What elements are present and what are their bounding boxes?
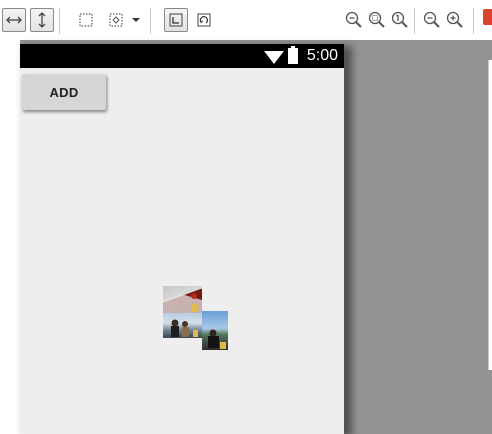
zoom-actual-button[interactable] — [388, 8, 412, 32]
battery-icon — [288, 46, 298, 64]
constraint-corner-icon — [169, 13, 183, 27]
zoom-to-fit-button[interactable] — [365, 8, 389, 32]
status-time: 5:00 — [306, 47, 338, 64]
toolbar-divider — [59, 8, 60, 34]
photo-middle[interactable] — [163, 313, 202, 338]
zoom-fit-icon — [368, 11, 385, 28]
design-canvas: 5:00 ADD — [0, 40, 492, 434]
zoom-actual-size-icon — [391, 11, 408, 28]
photo-right-art — [208, 329, 226, 349]
zoom-in-button[interactable] — [443, 8, 467, 32]
layout-editor-toolbar — [0, 0, 492, 40]
wifi-icon — [264, 51, 284, 64]
rotate-square-icon — [197, 13, 211, 27]
fit-width-button[interactable] — [2, 8, 26, 32]
rotate-button[interactable] — [192, 8, 216, 32]
caret-down-icon — [132, 18, 140, 22]
horizontal-arrows-icon — [6, 16, 22, 24]
zoom-out-fit-button[interactable] — [342, 8, 366, 32]
show-constraints-button[interactable] — [164, 8, 188, 32]
zoom-fit-out-icon — [345, 11, 362, 28]
error-badge-icon[interactable] — [483, 9, 492, 25]
photo-right[interactable] — [202, 311, 228, 350]
dotted-square-icon — [79, 13, 93, 27]
device-screen: 5:00 ADD — [20, 44, 344, 434]
photo-top[interactable] — [163, 286, 202, 313]
photo-middle-art — [171, 319, 198, 337]
fit-height-button[interactable] — [30, 8, 54, 32]
zoom-in-icon — [446, 11, 463, 28]
status-bar: 5:00 — [20, 44, 344, 68]
vertical-arrows-icon — [38, 12, 46, 28]
resize-button[interactable] — [104, 8, 128, 32]
toolbar-divider — [473, 8, 474, 34]
vertical-scrollbar[interactable] — [488, 60, 492, 370]
photo-top-art — [163, 293, 202, 313]
dropdown-button[interactable] — [128, 8, 144, 32]
zoom-out-button[interactable] — [420, 8, 444, 32]
layout-bounds-button[interactable] — [74, 8, 98, 32]
zoom-out-icon — [423, 11, 440, 28]
toolbar-divider — [150, 8, 151, 34]
expand-square-icon — [109, 13, 123, 27]
canvas-gutter — [0, 40, 20, 434]
ide-preview-window: 5:00 ADD — [0, 0, 492, 434]
add-button[interactable]: ADD — [22, 74, 106, 110]
toolbar-divider — [414, 8, 415, 34]
